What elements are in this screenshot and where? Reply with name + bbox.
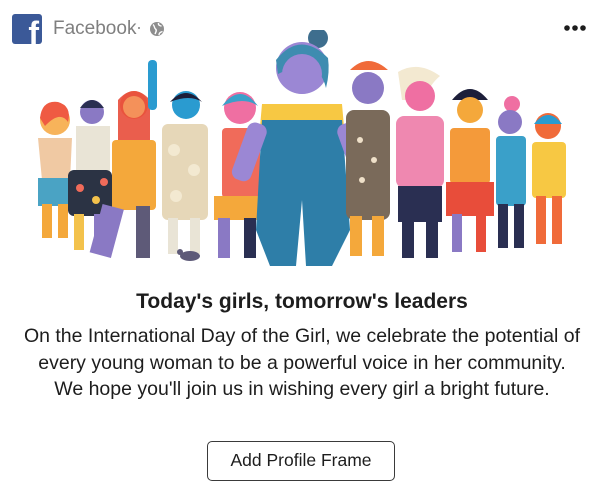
girl-figure	[346, 61, 390, 256]
girl-figure	[496, 96, 526, 248]
girl-figure	[532, 113, 566, 244]
girl-figure	[396, 66, 444, 258]
girl-figure	[148, 60, 208, 254]
girl-figure	[446, 89, 494, 252]
girl-figure	[38, 101, 72, 238]
add-profile-frame-button[interactable]: Add Profile Frame	[207, 441, 395, 481]
post-headline: Today's girls, tomorrow's leaders	[136, 290, 468, 313]
post-body: On the International Day of the Girl, we…	[23, 325, 581, 400]
girls-group-illustration	[38, 30, 566, 266]
